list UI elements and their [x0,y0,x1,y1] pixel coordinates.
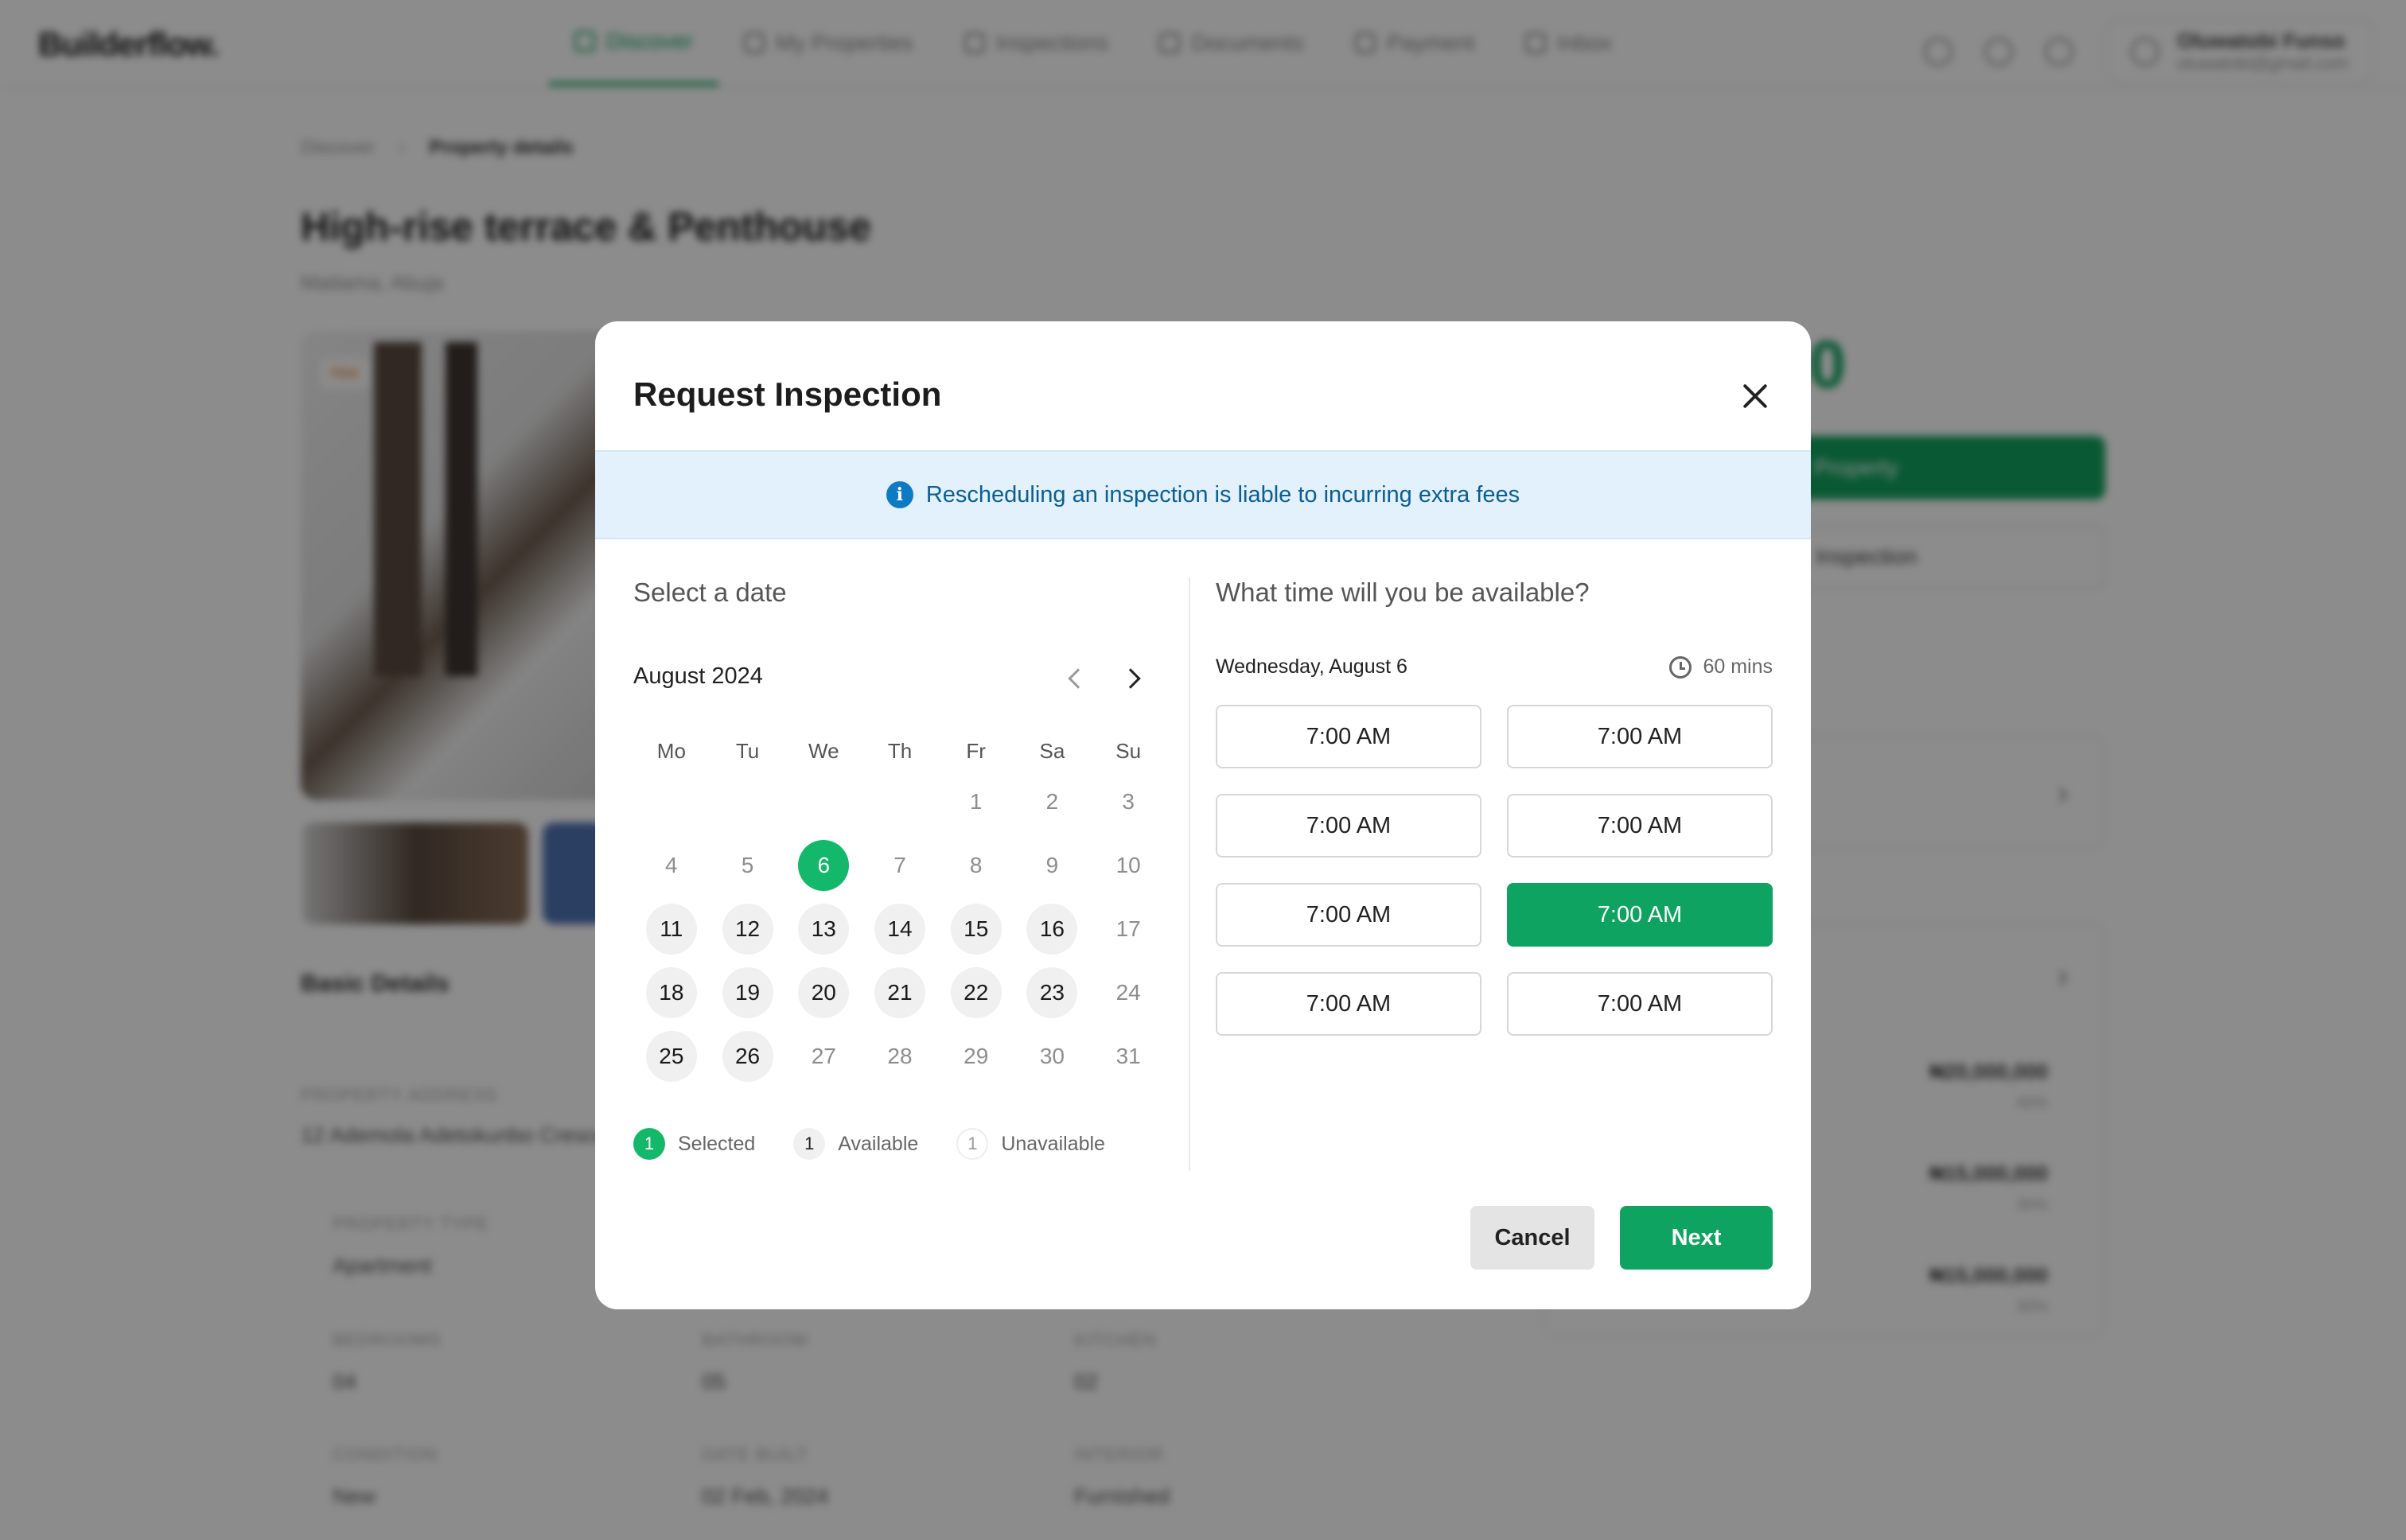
selected-date-row: Wednesday, August 6 60 mins [1216,655,1773,679]
time-slot-button[interactable]: 7:00 AM [1216,883,1481,947]
weekday-label: Su [1115,738,1142,763]
calendar-day-23[interactable]: 23 [1026,967,1078,1018]
calendar-week: 1 2 3 [633,770,1166,834]
calendar-week: 25 26 27 28 29 30 31 [633,1025,1166,1088]
calendar-day-19[interactable]: 19 [722,967,773,1018]
calendar-grid: Mo Tu We Th Fr Sa Su 1 2 3 4 5 6 7 8 9 10 11 12 13 14 15 16 17… [633,732,1166,1088]
calendar-day-28: 28 [887,1044,913,1068]
calendar-day-21[interactable]: 21 [874,967,925,1018]
modal-footer: Cancel Next [1470,1206,1773,1270]
weekday-label: Mo [656,738,686,763]
month-label: August 2024 [633,663,763,689]
legend-label: Available [838,1132,919,1155]
calendar-day-15[interactable]: 15 [950,904,1002,955]
time-heading: What time will you be available? [1216,578,1590,607]
calendar-week: 11 12 13 14 15 16 17 [633,897,1166,961]
calendar-day-13[interactable]: 13 [798,904,850,955]
time-slot-button[interactable]: 7:00 AM [1216,794,1481,858]
calendar-day-11[interactable]: 11 [645,904,697,955]
calendar-day-14[interactable]: 14 [874,904,925,955]
legend-item-available: 1 Available [793,1128,918,1160]
calendar-day-20[interactable]: 20 [798,967,850,1018]
notice-banner: i Rescheduling an inspection is liable t… [595,450,1811,539]
clock-icon [1669,655,1692,679]
calendar-day-16[interactable]: 16 [1026,904,1078,955]
weekday-label: Th [887,738,913,763]
calendar-week: 18 19 20 21 22 23 24 [633,961,1166,1025]
notice-text: Rescheduling an inspection is liable to … [925,481,1520,508]
calendar-day-2: 2 [1045,789,1059,814]
calendar-day-1: 1 [969,789,983,814]
time-slot-button[interactable]: 7:00 AM [1507,972,1773,1036]
calendar-empty-cell [798,776,849,827]
time-slot-button[interactable]: 7:00 AM [1216,705,1481,768]
weekday-label: Tu [735,738,760,763]
calendar-day-17: 17 [1115,916,1141,941]
legend-item-unavailable: 1 Unavailable [956,1128,1105,1160]
date-heading: Select a date [633,578,787,607]
legend-label: Selected [678,1132,756,1155]
legend-swatch: 1 [633,1128,665,1160]
selected-date: Wednesday, August 6 [1216,655,1407,678]
time-slot-button[interactable]: 7:00 AM [1507,794,1773,858]
time-slot-grid: 7:00 AM 7:00 AM 7:00 AM 7:00 AM 7:00 AM 7:00 … [1216,705,1773,1036]
close-icon[interactable] [1738,379,1773,414]
column-divider [1189,578,1190,1171]
calendar-day-24: 24 [1115,980,1141,1005]
calendar-day-31: 31 [1115,1044,1141,1068]
calendar-day-5: 5 [741,853,754,877]
month-navigation: August 2024 [633,659,1166,698]
request-inspection-modal: Request Inspection i Rescheduling an ins… [595,321,1811,1309]
chevron-right-icon[interactable] [1119,665,1147,694]
modal-title: Request Inspection [633,375,942,413]
calendar-day-30: 30 [1039,1044,1065,1068]
calendar-day-4: 4 [665,853,678,877]
calendar-day-29: 29 [964,1044,989,1068]
weekday-header: Mo Tu We Th Fr Sa Su [633,732,1166,770]
chevron-left-icon[interactable] [1060,665,1088,694]
legend-swatch: 1 [956,1128,989,1160]
calendar-legend: 1 Selected 1 Available 1 Unavailable [633,1128,1143,1160]
calendar-week: 4 5 6 7 8 9 10 [633,834,1166,897]
calendar-day-10: 10 [1115,853,1141,877]
cancel-button[interactable]: Cancel [1470,1206,1594,1270]
calendar-day-8: 8 [969,853,983,877]
weekday-label: Fr [966,738,986,763]
calendar-day-18[interactable]: 18 [645,967,697,1018]
duration-text: 60 mins [1703,655,1773,678]
legend-item-selected: 1 Selected [633,1128,755,1160]
calendar-day-22[interactable]: 22 [950,967,1002,1018]
calendar-day-27: 27 [811,1044,836,1068]
calendar-day-12[interactable]: 12 [722,904,773,955]
calendar-empty-cell [722,776,773,827]
time-slot-button[interactable]: 7:00 AM [1507,705,1773,768]
time-picker-panel: What time will you be available? Wednesd… [1216,578,1773,1036]
time-slot-button[interactable]: 7:00 AM [1507,883,1773,947]
next-button[interactable]: Next [1620,1206,1773,1270]
calendar-day-3: 3 [1122,789,1135,814]
info-icon: i [886,481,913,508]
calendar-day-6[interactable]: 6 [798,840,850,891]
weekday-label: We [808,738,839,763]
calendar-day-9: 9 [1045,853,1059,877]
legend-swatch: 1 [793,1128,826,1160]
calendar-day-26[interactable]: 26 [722,1031,773,1082]
duration: 60 mins [1669,655,1773,679]
date-picker-panel: Select a date August 2024 Mo Tu We Th Fr Sa Su… [633,578,1166,1160]
time-slot-button[interactable]: 7:00 AM [1216,972,1481,1036]
calendar-day-25[interactable]: 25 [645,1031,697,1082]
legend-label: Unavailable [1001,1132,1105,1155]
calendar-empty-cell [874,776,925,827]
weekday-label: Sa [1039,738,1065,763]
calendar-day-7: 7 [893,853,906,877]
calendar-empty-cell [646,776,697,827]
